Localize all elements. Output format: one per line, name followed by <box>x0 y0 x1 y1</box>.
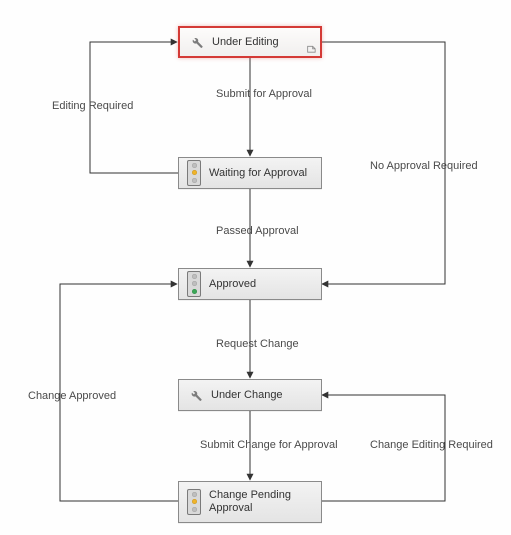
state-approved[interactable]: Approved <box>178 268 322 300</box>
state-label: Approved <box>209 278 321 291</box>
state-label: Under Change <box>211 389 321 402</box>
edge-label-submit-for-approval: Submit for Approval <box>216 88 312 100</box>
edge-label-editing-required: Editing Required <box>52 100 133 112</box>
wrench-icon <box>187 387 203 403</box>
edge-label-no-approval-required: No Approval Required <box>370 160 478 172</box>
state-under-change[interactable]: Under Change <box>178 379 322 411</box>
edge-label-change-approved: Change Approved <box>28 390 116 402</box>
traffic-light-amber-icon <box>187 160 201 186</box>
state-under-editing[interactable]: Under Editing <box>178 26 322 58</box>
state-waiting-for-approval[interactable]: Waiting for Approval <box>178 157 322 189</box>
edge-label-submit-change-for-approval: Submit Change for Approval <box>200 439 338 451</box>
traffic-light-amber-icon <box>187 489 201 515</box>
traffic-light-green-icon <box>187 271 201 297</box>
workflow-diagram: Under Editing Waiting for Approval Appro… <box>0 0 511 535</box>
wrench-icon <box>188 34 204 50</box>
edge-label-request-change: Request Change <box>216 338 299 350</box>
note-corner-icon <box>306 43 316 53</box>
edge-label-change-editing-required: Change Editing Required <box>370 439 493 451</box>
state-label: Waiting for Approval <box>209 167 321 180</box>
state-label: Change Pending Approval <box>209 489 321 514</box>
state-change-pending-approval[interactable]: Change Pending Approval <box>178 481 322 523</box>
state-label: Under Editing <box>212 36 320 49</box>
edge-label-passed-approval: Passed Approval <box>216 225 299 237</box>
